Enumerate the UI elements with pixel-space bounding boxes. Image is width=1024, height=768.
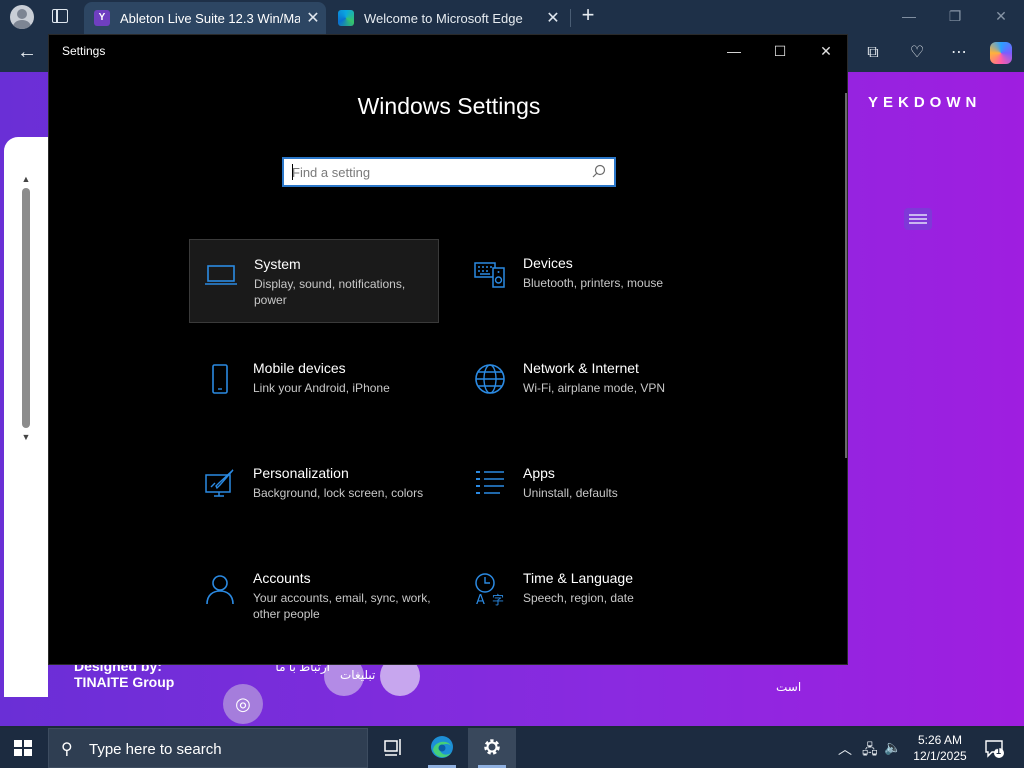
edge-favicon-icon bbox=[338, 10, 354, 26]
tile-accounts[interactable]: Accounts Your accounts, email, sync, wor… bbox=[189, 554, 439, 638]
start-button[interactable] bbox=[14, 740, 32, 756]
text-caret bbox=[292, 164, 293, 180]
tile-description: Link your Android, iPhone bbox=[253, 381, 390, 395]
tile-personalization[interactable]: Personalization Background, lock screen,… bbox=[189, 449, 439, 533]
page-title: Windows Settings bbox=[357, 93, 541, 119]
tile-time-language[interactable]: A 字 Time & Language Speech, region, date bbox=[459, 554, 709, 638]
site-logo[interactable]: YEKDOWN bbox=[868, 94, 981, 111]
browser-minimize-button[interactable]: — bbox=[899, 6, 919, 26]
globe-icon bbox=[475, 364, 505, 394]
group-name: TINAITE Group bbox=[74, 674, 175, 690]
taskbar-edge-button[interactable] bbox=[418, 728, 466, 768]
notification-count: 1 bbox=[996, 746, 1002, 756]
taskbar-search-placeholder: Type here to search bbox=[89, 741, 222, 758]
instagram-icon[interactable]: ◎ bbox=[223, 684, 263, 724]
tile-system[interactable]: System Display, sound, notifications, po… bbox=[189, 239, 439, 323]
more-options-icon[interactable]: ⋯ bbox=[948, 42, 970, 64]
ads-link[interactable]: تبلیغات bbox=[340, 668, 375, 682]
tile-title: Devices bbox=[523, 255, 573, 271]
tab-divider bbox=[570, 9, 571, 27]
tile-description: Wi-Fi, airplane mode, VPN bbox=[523, 381, 666, 395]
tile-title: Apps bbox=[523, 465, 555, 481]
apps-list-icon bbox=[476, 471, 504, 494]
browser-close-button[interactable]: ✕ bbox=[991, 6, 1011, 26]
task-view-button[interactable] bbox=[368, 728, 416, 768]
show-hidden-icons-icon[interactable]: ︿ bbox=[838, 739, 852, 759]
network-icon[interactable]: 🖧 bbox=[862, 739, 878, 763]
svg-text:字: 字 bbox=[492, 592, 504, 606]
tile-mobile-devices[interactable]: Mobile devices Link your Android, iPhone bbox=[189, 344, 439, 428]
tile-description: Bluetooth, printers, mouse bbox=[523, 276, 664, 290]
tab-welcome-edge[interactable]: Welcome to Microsoft Edge ✕ bbox=[328, 2, 566, 34]
close-tab-icon[interactable]: ✕ bbox=[300, 8, 326, 28]
search-icon bbox=[592, 164, 606, 178]
settings-maximize-button[interactable]: ☐ bbox=[765, 39, 795, 63]
scroll-up-icon[interactable]: ▲ bbox=[20, 174, 32, 184]
tile-description: Your accounts, email, sync, work, other … bbox=[253, 591, 431, 621]
copilot-icon[interactable] bbox=[990, 42, 1012, 64]
profile-avatar[interactable] bbox=[10, 5, 34, 29]
tile-description: Display, sound, notifications, power bbox=[254, 277, 406, 307]
tile-apps[interactable]: Apps Uninstall, defaults bbox=[459, 449, 709, 533]
tile-title: Time & Language bbox=[523, 570, 633, 586]
new-tab-button[interactable]: + bbox=[576, 4, 600, 28]
collections-icon[interactable]: ⧉ bbox=[862, 42, 884, 64]
scroll-thumb[interactable] bbox=[22, 188, 30, 428]
task-view-icon bbox=[384, 739, 401, 756]
footer-text: است bbox=[776, 680, 802, 694]
tile-title: System bbox=[254, 256, 301, 272]
taskbar-settings-button[interactable] bbox=[468, 728, 516, 768]
browser-restore-button[interactable]: ❐ bbox=[945, 6, 965, 26]
tile-description: Speech, region, date bbox=[523, 591, 634, 605]
settings-window-title: Settings bbox=[62, 44, 106, 58]
browser-essentials-icon[interactable]: ♡ bbox=[906, 42, 928, 64]
taskbar-search-box[interactable]: ⚲ Type here to search bbox=[48, 728, 368, 768]
clock-date: 12/1/2025 bbox=[913, 749, 967, 763]
settings-scrollbar[interactable] bbox=[845, 93, 847, 458]
phone-icon bbox=[212, 364, 228, 394]
keyboard-speaker-icon bbox=[474, 262, 505, 288]
tile-network-internet[interactable]: Network & Internet Wi-Fi, airplane mode,… bbox=[459, 344, 709, 428]
laptop-icon bbox=[205, 265, 237, 285]
paint-icon bbox=[205, 469, 234, 497]
tile-description: Background, lock screen, colors bbox=[253, 486, 424, 500]
tab-title: Welcome to Microsoft Edge bbox=[364, 10, 523, 26]
settings-search-input[interactable] bbox=[292, 163, 582, 181]
settings-minimize-button[interactable]: — bbox=[719, 39, 749, 63]
back-button[interactable]: ← bbox=[14, 40, 40, 66]
tile-devices[interactable]: Devices Bluetooth, printers, mouse bbox=[459, 239, 709, 323]
tile-title: Network & Internet bbox=[523, 360, 639, 376]
edge-icon bbox=[431, 736, 453, 758]
person-icon bbox=[206, 575, 234, 605]
tile-title: Mobile devices bbox=[253, 360, 346, 376]
tab-ableton[interactable]: Y Ableton Live Suite 12.3 Win/Mac ✕ bbox=[84, 2, 326, 34]
volume-icon[interactable]: 🔈 bbox=[884, 739, 901, 756]
notification-center-button[interactable]: 1 bbox=[984, 738, 1004, 758]
tile-title: Accounts bbox=[253, 570, 311, 586]
close-tab-icon[interactable]: ✕ bbox=[540, 8, 566, 28]
ableton-favicon-icon: Y bbox=[94, 10, 110, 26]
time-language-icon: A 字 bbox=[475, 573, 504, 606]
search-icon: ⚲ bbox=[61, 741, 73, 758]
scroll-down-icon[interactable]: ▼ bbox=[20, 432, 32, 442]
tile-title: Personalization bbox=[253, 465, 349, 481]
gear-icon bbox=[484, 739, 500, 755]
menu-icon[interactable] bbox=[904, 208, 932, 230]
svg-text:A: A bbox=[476, 593, 485, 606]
tab-actions-icon[interactable] bbox=[52, 9, 68, 23]
system-clock[interactable]: 5:26 AM 12/1/2025 bbox=[905, 732, 975, 764]
taskbar: ⚲ Type here to search ︿ 🖧 🔈 5:26 AM 12/1… bbox=[0, 728, 1024, 768]
settings-close-button[interactable]: ✕ bbox=[811, 39, 841, 63]
tile-description: Uninstall, defaults bbox=[523, 486, 618, 500]
settings-search-box[interactable] bbox=[282, 157, 616, 187]
clock-time: 5:26 AM bbox=[917, 733, 963, 747]
settings-window: Settings — ☐ ✕ Windows Settings System D… bbox=[48, 34, 848, 665]
browser-tab-bar: Y Ableton Live Suite 12.3 Win/Mac ✕ Welc… bbox=[0, 0, 1024, 34]
page-scrollbar[interactable]: ▲ ▼ bbox=[20, 174, 32, 534]
tab-title: Ableton Live Suite 12.3 Win/Mac bbox=[120, 10, 300, 26]
